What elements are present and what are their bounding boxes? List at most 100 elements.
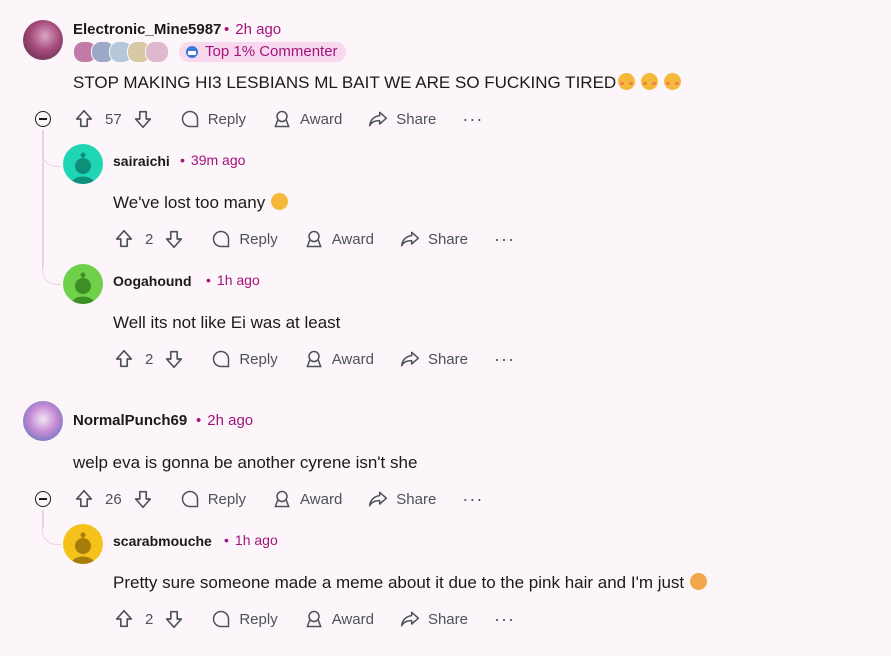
reply-icon xyxy=(181,490,198,508)
comment-author[interactable]: Electronic_Mine5987 xyxy=(73,21,221,38)
thread-connector xyxy=(42,268,61,285)
downvote-icon[interactable] xyxy=(163,348,185,370)
avatar[interactable] xyxy=(63,144,103,184)
vote-count: 57 xyxy=(105,110,122,128)
reply-button[interactable]: Reply xyxy=(211,349,278,369)
award-button[interactable]: Award xyxy=(304,229,374,249)
award-button[interactable]: Award xyxy=(272,109,342,129)
achievement-badges[interactable]: Top 1% Commenter xyxy=(73,41,346,63)
comment-actions: 2 Reply Award Share ··· xyxy=(113,222,515,256)
award-icon xyxy=(274,490,290,508)
share-button[interactable]: Share xyxy=(368,109,436,129)
reply-button[interactable]: Reply xyxy=(211,229,278,249)
reply-button[interactable]: Reply xyxy=(211,609,278,629)
reply-icon xyxy=(181,110,198,128)
reply-icon xyxy=(213,610,230,628)
more-options-icon[interactable]: ··· xyxy=(494,229,515,250)
vote-count: 26 xyxy=(105,490,122,508)
avatar[interactable] xyxy=(63,524,103,564)
upvote-icon[interactable] xyxy=(113,228,135,250)
share-label: Share xyxy=(427,350,468,368)
downvote-icon[interactable] xyxy=(163,228,185,250)
comment-body: We've lost too many xyxy=(113,193,289,213)
share-label: Share xyxy=(396,110,437,128)
upvote-icon[interactable] xyxy=(73,108,95,130)
flushed-face-icon xyxy=(618,73,636,90)
thread-connector xyxy=(42,150,61,167)
flushed-face-icon xyxy=(664,73,682,90)
share-icon xyxy=(400,611,420,627)
comment-timestamp: • 2h ago xyxy=(196,412,254,429)
award-button[interactable]: Award xyxy=(304,349,374,369)
comment-author[interactable]: NormalPunch69 xyxy=(73,412,187,429)
snoo-icon xyxy=(71,532,95,564)
award-label: Award xyxy=(300,110,343,128)
award-button[interactable]: Award xyxy=(272,489,342,509)
comment-actions: 2 Reply Award Share ··· xyxy=(113,342,515,376)
more-options-icon[interactable]: ··· xyxy=(462,489,483,510)
more-options-icon[interactable]: ··· xyxy=(494,349,515,370)
comment-body: welp eva is gonna be another cyrene isn'… xyxy=(73,453,418,472)
share-button[interactable]: Share xyxy=(400,349,468,369)
share-button[interactable]: Share xyxy=(400,229,468,249)
more-options-icon[interactable]: ··· xyxy=(462,109,483,130)
downvote-icon[interactable] xyxy=(132,488,154,510)
vote-controls: 2 xyxy=(113,348,185,370)
comment-body: STOP MAKING HI3 LESBIANS ML BAIT WE ARE … xyxy=(73,73,682,93)
vote-controls: 57 xyxy=(73,108,154,130)
reply-icon xyxy=(213,350,230,368)
downvote-icon[interactable] xyxy=(163,608,185,630)
comment-body: Well its not like Ei was at least xyxy=(113,313,341,332)
comment-author[interactable]: sairaichi xyxy=(113,153,170,169)
share-icon xyxy=(400,351,420,367)
avatar[interactable] xyxy=(23,401,63,441)
award-icon xyxy=(305,610,322,628)
comment-timestamp: • 1h ago xyxy=(224,532,278,548)
crying-face-icon xyxy=(690,573,708,590)
award-label: Award xyxy=(331,610,374,628)
badge-avatar-5 xyxy=(145,41,169,63)
reply-button[interactable]: Reply xyxy=(180,489,246,509)
upvote-icon[interactable] xyxy=(113,348,135,370)
upvote-icon[interactable] xyxy=(113,608,135,630)
comment-actions: 26 Reply Award Share ··· xyxy=(73,482,483,516)
thread-line xyxy=(42,510,44,528)
award-button[interactable]: Award xyxy=(304,609,374,629)
vote-controls: 2 xyxy=(113,608,185,630)
reply-label: Reply xyxy=(207,490,247,508)
pensive-face-icon xyxy=(271,193,289,210)
share-icon xyxy=(369,111,388,127)
avatar[interactable] xyxy=(63,264,103,304)
comment-author[interactable]: Oogahound xyxy=(113,273,192,289)
comment-text: We've lost too many xyxy=(113,193,266,212)
comment-timestamp: • 39m ago xyxy=(180,152,246,168)
reply-button[interactable]: Reply xyxy=(180,109,246,129)
comment-body: Pretty sure someone made a meme about it… xyxy=(113,573,708,593)
award-label: Award xyxy=(331,350,374,368)
reply-label: Reply xyxy=(239,350,278,368)
share-label: Share xyxy=(427,230,468,248)
collapse-thread-button[interactable] xyxy=(35,111,51,127)
snoo-icon xyxy=(71,152,95,184)
downvote-icon[interactable] xyxy=(132,108,154,130)
share-icon xyxy=(369,491,388,507)
collapse-thread-button[interactable] xyxy=(35,491,51,507)
upvote-icon[interactable] xyxy=(73,488,95,510)
comment-text: STOP MAKING HI3 LESBIANS ML BAIT WE ARE … xyxy=(73,73,617,92)
avatar[interactable] xyxy=(23,20,63,60)
share-label: Share xyxy=(396,490,437,508)
share-button[interactable]: Share xyxy=(400,609,468,629)
vote-controls: 26 xyxy=(73,488,154,510)
flair-label: Top 1% Commenter xyxy=(205,43,338,60)
vote-count: 2 xyxy=(145,230,154,248)
share-icon xyxy=(400,231,420,247)
top-commenter-badge[interactable]: Top 1% Commenter xyxy=(179,42,346,62)
comment-author[interactable]: scarabmouche xyxy=(113,533,212,549)
more-options-icon[interactable]: ··· xyxy=(494,609,515,630)
thread-connector xyxy=(42,528,61,545)
share-label: Share xyxy=(427,610,468,628)
award-label: Award xyxy=(331,230,374,248)
vote-count: 2 xyxy=(145,350,154,368)
share-button[interactable]: Share xyxy=(368,489,436,509)
comment-timestamp: • 2h ago xyxy=(224,21,282,38)
